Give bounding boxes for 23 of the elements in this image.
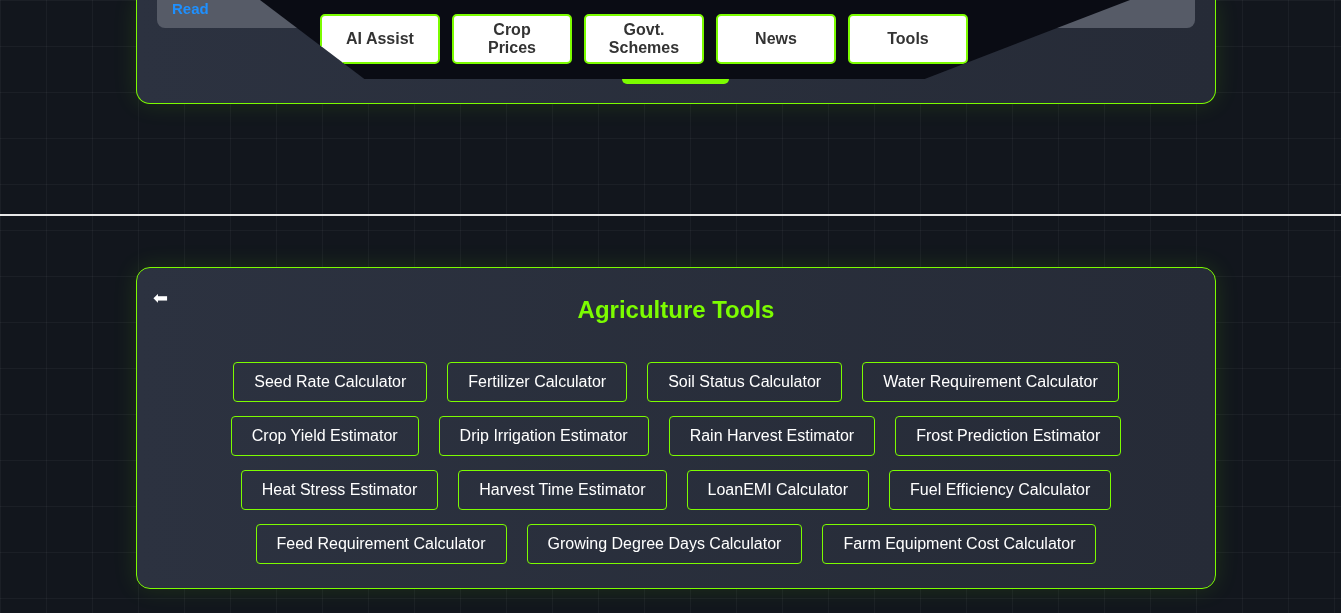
tool-button[interactable]: Growing Degree Days Calculator [526, 524, 803, 564]
tool-button[interactable]: Rain Harvest Estimator [668, 416, 876, 456]
tool-button[interactable]: Drip Irrigation Estimator [438, 416, 649, 456]
tool-button[interactable]: Fertilizer Calculator [447, 362, 628, 402]
tool-button[interactable]: Heat Stress Estimator [240, 470, 439, 510]
tool-button[interactable]: Fuel Efficiency Calculator [889, 470, 1112, 510]
tool-button[interactable]: Seed Rate Calculator [233, 362, 428, 402]
nav-button[interactable]: News [716, 14, 836, 64]
tool-button[interactable]: LoanEMI Calculator [686, 470, 870, 510]
back-button[interactable]: ⬅ [153, 288, 168, 308]
panel-title: Agriculture Tools [577, 295, 775, 325]
drawer-handle[interactable] [622, 79, 729, 84]
nav-button[interactable]: Crop Prices [452, 14, 572, 64]
nav-button[interactable]: Govt. Schemes [584, 14, 704, 64]
tool-button[interactable]: Crop Yield Estimator [230, 416, 419, 456]
nav-button[interactable]: Tools [848, 14, 968, 64]
tool-button[interactable]: Feed Requirement Calculator [255, 524, 507, 564]
tool-button[interactable]: Water Requirement Calculator [862, 362, 1119, 402]
tool-button[interactable]: Frost Prediction Estimator [895, 416, 1122, 456]
nav-button[interactable]: AI Assist [320, 14, 440, 64]
tool-button[interactable]: Soil Status Calculator [647, 362, 843, 402]
tool-button[interactable]: Harvest Time Estimator [458, 470, 667, 510]
tool-button[interactable]: Farm Equipment Cost Calculator [822, 524, 1097, 564]
